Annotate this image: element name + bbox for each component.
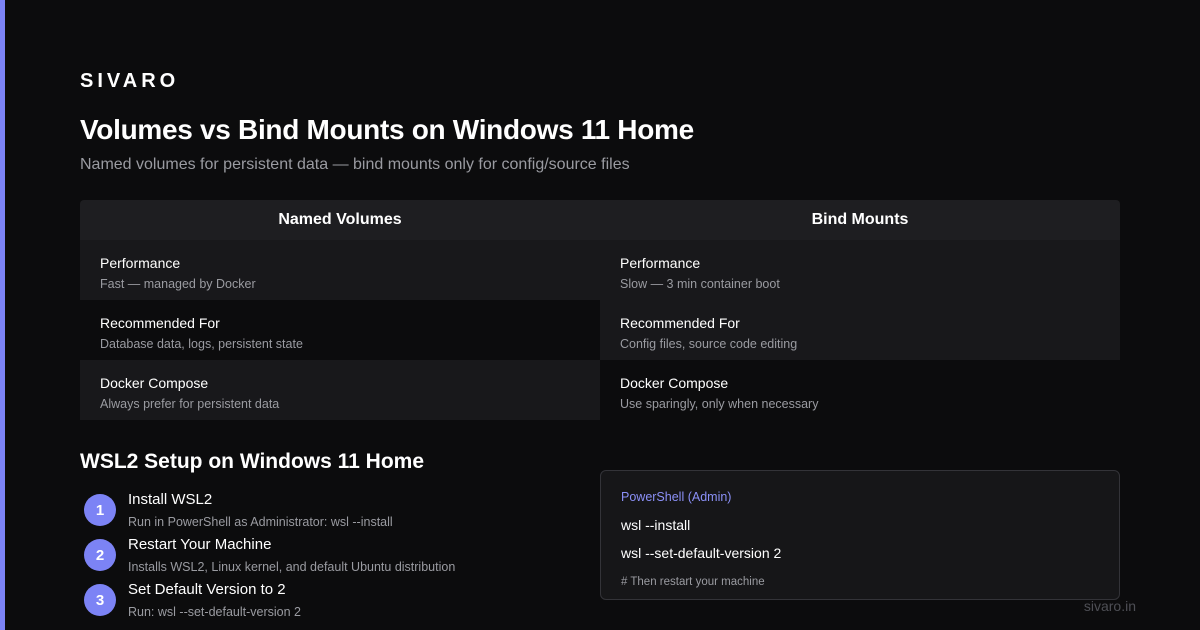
- code-comment: # Then restart your machine: [621, 576, 765, 588]
- row-label: Docker Compose: [620, 375, 729, 391]
- row-value: Always prefer for persistent data: [100, 397, 280, 411]
- code-block: PowerShell (Admin) wsl --install wsl --s…: [600, 470, 1120, 600]
- list-item: 3 Set Default Version to 2 Run: wsl --se…: [84, 580, 584, 625]
- page-subtitle: Named volumes for persistent data — bind…: [80, 156, 630, 173]
- step-title: Set Default Version to 2: [128, 581, 286, 598]
- row-value: Fast — managed by Docker: [100, 277, 256, 291]
- code-line: wsl --set-default-version 2: [621, 545, 782, 561]
- code-block-label: PowerShell (Admin): [621, 490, 732, 504]
- row-value: Config files, source code editing: [620, 337, 798, 351]
- step-title: Restart Your Machine: [128, 536, 272, 553]
- step-number-badge: 3: [84, 584, 116, 616]
- page-title: Volumes vs Bind Mounts on Windows 11 Hom…: [80, 114, 694, 145]
- table-row: Recommended For Config files, source cod…: [600, 300, 1120, 360]
- brand-logo: SIVARO: [80, 70, 180, 92]
- table-row: Docker Compose Always prefer for persist…: [80, 360, 600, 420]
- footer-url: sivaro.in: [1083, 598, 1136, 614]
- table-row: Docker Compose Use sparingly, only when …: [600, 360, 1120, 420]
- row-label: Performance: [100, 255, 181, 271]
- table-row: Performance Slow — 3 min container boot: [600, 240, 1120, 300]
- setup-steps-list: 1 Install WSL2 Run in PowerShell as Admi…: [84, 490, 584, 625]
- column-header: Named Volumes: [80, 200, 600, 240]
- row-label: Recommended For: [100, 315, 220, 331]
- row-value: Database data, logs, persistent state: [100, 337, 303, 351]
- table-row: Recommended For Database data, logs, per…: [80, 300, 600, 360]
- code-line: wsl --install: [621, 517, 691, 533]
- row-label: Docker Compose: [100, 375, 209, 391]
- step-title: Install WSL2: [128, 491, 213, 508]
- row-value: Use sparingly, only when necessary: [620, 397, 819, 411]
- setup-section-title: WSL2 Setup on Windows 11 Home: [80, 450, 425, 473]
- list-item: 2 Restart Your Machine Installs WSL2, Li…: [84, 535, 584, 580]
- column-header: Bind Mounts: [600, 200, 1120, 240]
- accent-bar: [0, 0, 5, 630]
- row-label: Performance: [620, 255, 701, 271]
- step-number-badge: 1: [84, 494, 116, 526]
- list-item: 1 Install WSL2 Run in PowerShell as Admi…: [84, 490, 584, 535]
- step-description: Installs WSL2, Linux kernel, and default…: [128, 560, 456, 574]
- step-number-badge: 2: [84, 539, 116, 571]
- table-row: Performance Fast — managed by Docker: [80, 240, 600, 300]
- step-description: Run: wsl --set-default-version 2: [128, 605, 301, 619]
- comparison-table: Named Volumes Performance Fast — managed…: [80, 200, 1120, 420]
- bind-mounts-column: Bind Mounts Performance Slow — 3 min con…: [600, 200, 1120, 420]
- step-description: Run in PowerShell as Administrator: wsl …: [128, 515, 393, 529]
- named-volumes-column: Named Volumes Performance Fast — managed…: [80, 200, 600, 420]
- row-value: Slow — 3 min container boot: [620, 277, 780, 291]
- row-label: Recommended For: [620, 315, 740, 331]
